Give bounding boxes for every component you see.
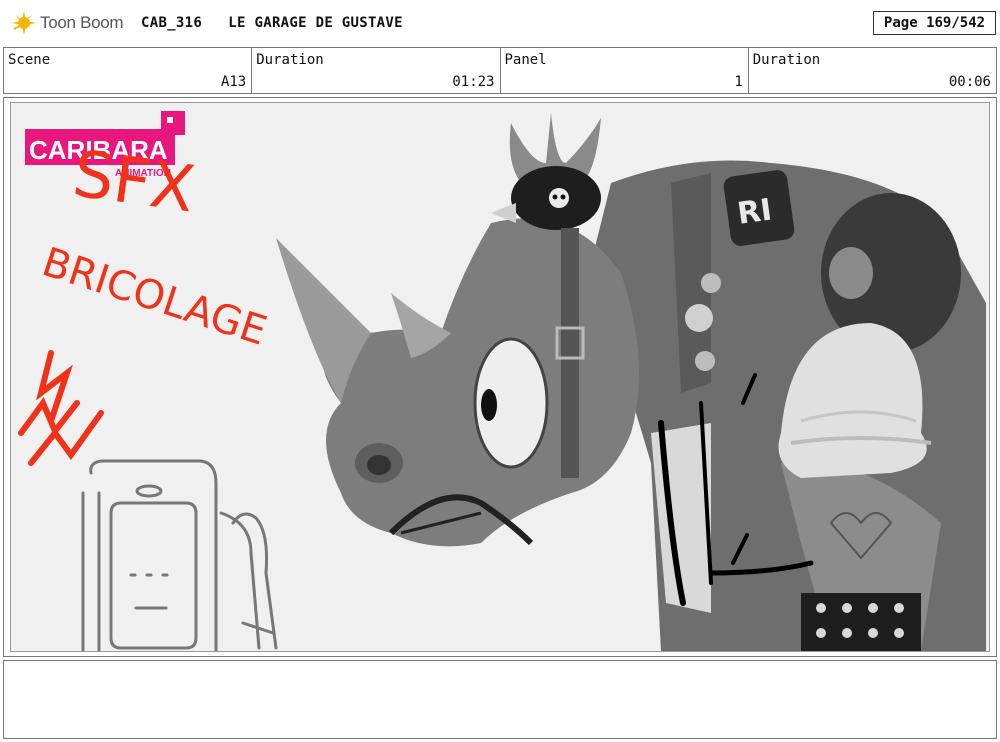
scene-duration-cell: Duration 01:23 [252,48,501,93]
toon-boom-logo: Toon Boom [10,8,124,38]
panel-image[interactable]: CARIBARA ANIMATION SFX BRICOLAGE RI [10,102,990,652]
scene-label: Scene [8,52,51,68]
scene-duration-value[interactable]: 01:23 [452,74,494,90]
scene-value[interactable]: A13 [221,74,246,90]
panel-notes-box[interactable] [3,660,997,739]
scene-info-row: Scene A13 Duration 01:23 Panel 1 Duratio… [3,47,997,94]
scene-duration-label: Duration [256,52,324,68]
panel-artwork: CARIBARA ANIMATION SFX BRICOLAGE RI [11,103,989,651]
scene-cell: Scene A13 [4,48,253,93]
panel-cell: Panel 1 [501,48,749,93]
panel-label: Panel [504,52,547,68]
page-counter: Page 169/542 [873,11,996,35]
storyboard-header: Toon Boom CAB_316 LE GARAGE DE GUSTAVE P… [0,0,1000,46]
panel-value[interactable]: 1 [734,74,742,90]
panel-duration-cell: Duration 00:06 [749,48,996,93]
project-code: CAB_316 [141,15,203,31]
project-title: CAB_316 LE GARAGE DE GUSTAVE [141,15,403,31]
panel-frame: CARIBARA ANIMATION SFX BRICOLAGE RI [3,97,997,657]
jacket-patch-text: RI [735,192,774,231]
panel-duration-label: Duration [752,52,821,68]
panel-duration-value[interactable]: 00:06 [949,74,991,90]
episode-title: LE GARAGE DE GUSTAVE [228,15,403,31]
toon-boom-star-icon [12,11,36,35]
logo-text: Toon Boom [40,13,124,32]
